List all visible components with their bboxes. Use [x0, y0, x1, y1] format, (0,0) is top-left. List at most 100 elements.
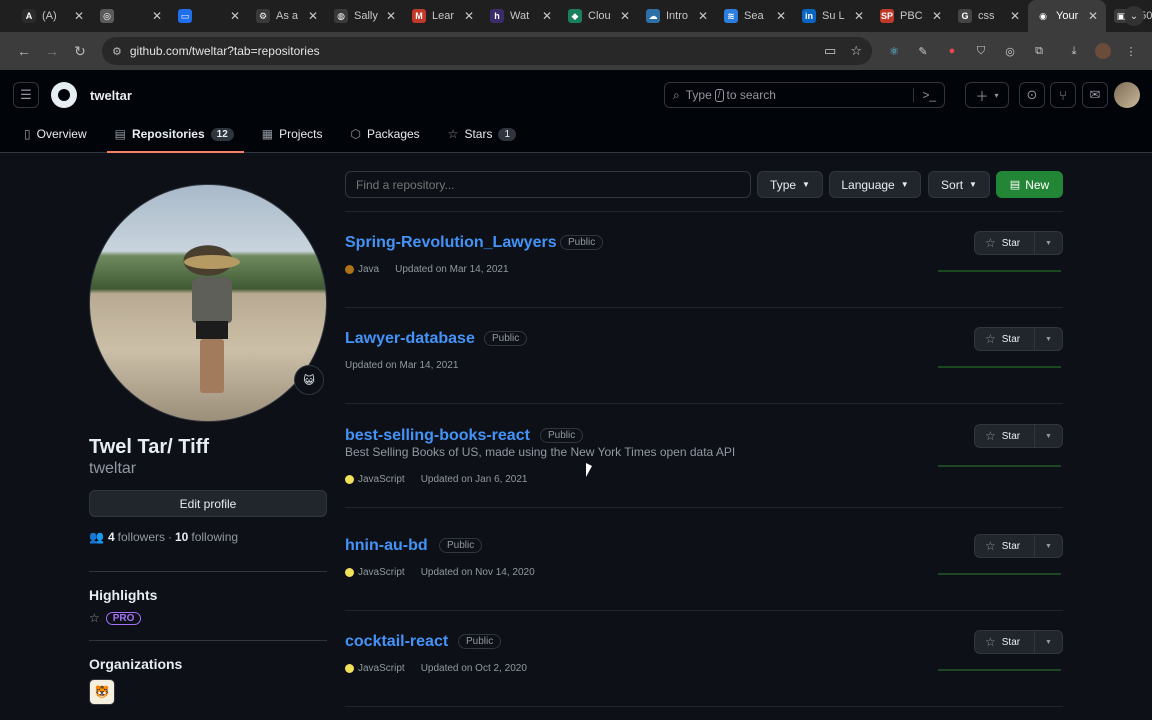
browser-tab[interactable]: ◎ ✕: [92, 0, 170, 32]
grammar-extension-icon[interactable]: ◎: [1002, 43, 1018, 59]
browser-menu-icon[interactable]: ⋮: [1123, 43, 1139, 59]
forward-button[interactable]: →: [38, 43, 66, 59]
star-toggle[interactable]: ☆ Star: [975, 328, 1035, 350]
browser-tab[interactable]: ◆ Clou ✕: [560, 0, 638, 32]
puzzle-extensions-icon[interactable]: ⧉: [1031, 43, 1047, 59]
create-new-button[interactable]: ＋ ▾: [965, 82, 1009, 108]
star-button[interactable]: ☆ Star ▼: [974, 231, 1063, 255]
tab-favicon-icon: SP: [880, 9, 894, 23]
repo-name-link[interactable]: Spring-Revolution_Lawyers: [345, 234, 557, 252]
close-tab-icon[interactable]: ✕: [854, 9, 864, 23]
star-list-dropdown-icon[interactable]: ▼: [1035, 543, 1062, 550]
close-tab-icon[interactable]: ✕: [932, 9, 942, 23]
browser-tab[interactable]: ⚙ As a ✕: [248, 0, 326, 32]
command-palette-icon[interactable]: >_: [913, 88, 936, 102]
tab-label: Overview: [36, 127, 87, 141]
star-list-dropdown-icon[interactable]: ▼: [1035, 433, 1062, 440]
browser-tab[interactable]: Gcss ✕: [950, 0, 1028, 32]
following-label[interactable]: following: [191, 530, 238, 544]
browser-tab[interactable]: h Wat ✕: [482, 0, 560, 32]
close-tab-icon[interactable]: ✕: [74, 9, 84, 23]
tab-stars[interactable]: ☆ Stars 1: [444, 124, 520, 144]
star-toggle[interactable]: ☆ Star: [975, 631, 1035, 653]
browser-tab[interactable]: ▭ ✕: [170, 0, 248, 32]
type-filter-button[interactable]: Type ▼: [757, 171, 823, 198]
status-emoji-icon[interactable]: 😺: [294, 365, 324, 395]
close-tab-icon[interactable]: ✕: [152, 9, 162, 23]
star-button[interactable]: ☆ Star ▼: [974, 424, 1063, 448]
browser-tab[interactable]: ≋ Sea ✕: [716, 0, 794, 32]
bookmark-star-icon[interactable]: ☆: [850, 43, 862, 59]
close-tab-icon[interactable]: ✕: [1088, 9, 1098, 23]
repo-name-link[interactable]: best-selling-books-react: [345, 427, 530, 445]
color-picker-icon[interactable]: ✎: [915, 43, 931, 59]
tab-search-button[interactable]: ⌄: [1124, 6, 1144, 26]
new-repository-button[interactable]: ▤ New: [996, 171, 1063, 198]
following-count[interactable]: 10: [175, 530, 188, 544]
star-toggle[interactable]: ☆ Star: [975, 425, 1035, 447]
header-username[interactable]: tweltar: [90, 88, 132, 103]
profile-avatar[interactable]: [89, 184, 327, 422]
language-filter-button[interactable]: Language ▼: [829, 171, 921, 198]
tab-packages[interactable]: ⬡ Packages: [346, 124, 423, 144]
sort-filter-button[interactable]: Sort ▼: [928, 171, 990, 198]
extension-red-icon[interactable]: ●: [944, 43, 960, 59]
repo-name-link[interactable]: Lawyer-database: [345, 330, 475, 348]
followers-label[interactable]: followers: [118, 530, 165, 544]
edit-profile-button[interactable]: Edit profile: [89, 490, 327, 517]
close-tab-icon[interactable]: ✕: [698, 9, 708, 23]
find-repository-input[interactable]: [345, 171, 751, 198]
issues-icon[interactable]: ⊙: [1019, 82, 1045, 108]
pull-requests-icon[interactable]: ⑂: [1050, 82, 1076, 108]
star-list-dropdown-icon[interactable]: ▼: [1035, 240, 1062, 247]
tab-label: Stars: [464, 127, 493, 141]
close-tab-icon[interactable]: ✕: [542, 9, 552, 23]
star-button[interactable]: ☆ Star ▼: [974, 327, 1063, 351]
tab-projects[interactable]: ▦ Projects: [258, 124, 327, 144]
close-tab-icon[interactable]: ✕: [620, 9, 630, 23]
global-search[interactable]: ⌕ Type / to search >_: [664, 82, 945, 108]
tab-overview[interactable]: ▯ Overview: [20, 124, 91, 144]
close-tab-icon[interactable]: ✕: [230, 9, 240, 23]
github-logo-icon[interactable]: [51, 82, 77, 108]
hamburger-menu-icon[interactable]: ☰: [13, 82, 39, 108]
star-button[interactable]: ☆ Star ▼: [974, 534, 1063, 558]
browser-tab-strip: A (A) ✕ ◎ ✕ ▭ ✕ ⚙ As a ✕ ◍ Sally ✕ M Lear ✕ h Wat ✕ ◆ Clou ✕ ☁…: [0, 0, 1152, 32]
back-button[interactable]: ←: [10, 43, 38, 59]
close-tab-icon[interactable]: ✕: [464, 9, 474, 23]
star-toggle[interactable]: ☆ Star: [975, 535, 1035, 557]
user-avatar-menu[interactable]: [1114, 82, 1140, 108]
browser-tab[interactable]: in Su L ✕: [794, 0, 872, 32]
tab-repositories[interactable]: ▤ Repositories 12: [106, 124, 244, 153]
react-devtools-icon[interactable]: ⚛: [886, 43, 902, 59]
address-bar[interactable]: ⚙ github.com/tweltar?tab=repositories ▭ …: [102, 37, 872, 65]
repo-name-link[interactable]: cocktail-react: [345, 633, 448, 651]
repo-updated: Updated on Nov 14, 2020: [420, 567, 535, 578]
close-tab-icon[interactable]: ✕: [386, 9, 396, 23]
browser-tab[interactable]: ☁ Intro ✕: [638, 0, 716, 32]
inbox-icon[interactable]: ✉: [1082, 82, 1108, 108]
install-app-icon[interactable]: ▭: [824, 43, 836, 59]
star-button[interactable]: ☆ Star ▼: [974, 630, 1063, 654]
browser-profile-avatar[interactable]: [1095, 43, 1111, 59]
close-tab-icon[interactable]: ✕: [1010, 9, 1020, 23]
url-text[interactable]: github.com/tweltar?tab=repositories: [130, 44, 810, 58]
pro-badge[interactable]: PRO: [105, 611, 142, 625]
star-list-dropdown-icon[interactable]: ▼: [1035, 336, 1062, 343]
browser-tab[interactable]: M Lear ✕: [404, 0, 482, 32]
site-info-icon[interactable]: ⚙: [112, 45, 122, 58]
browser-tab[interactable]: ◉ Your ✕: [1028, 0, 1106, 32]
download-icon[interactable]: ⤓: [1066, 43, 1082, 59]
close-tab-icon[interactable]: ✕: [308, 9, 318, 23]
browser-tab[interactable]: ◍ Sally ✕: [326, 0, 404, 32]
close-tab-icon[interactable]: ✕: [776, 9, 786, 23]
repo-name-link[interactable]: hnin-au-bd: [345, 537, 428, 555]
star-toggle[interactable]: ☆ Star: [975, 232, 1035, 254]
browser-tab[interactable]: A (A) ✕: [14, 0, 92, 32]
star-list-dropdown-icon[interactable]: ▼: [1035, 639, 1062, 646]
organization-avatar[interactable]: 🐯: [89, 679, 115, 705]
browser-tab[interactable]: SP PBC ✕: [872, 0, 950, 32]
reload-button[interactable]: ↻: [66, 43, 94, 60]
followers-count[interactable]: 4: [108, 530, 115, 544]
shield-icon[interactable]: ⛉: [973, 43, 989, 59]
